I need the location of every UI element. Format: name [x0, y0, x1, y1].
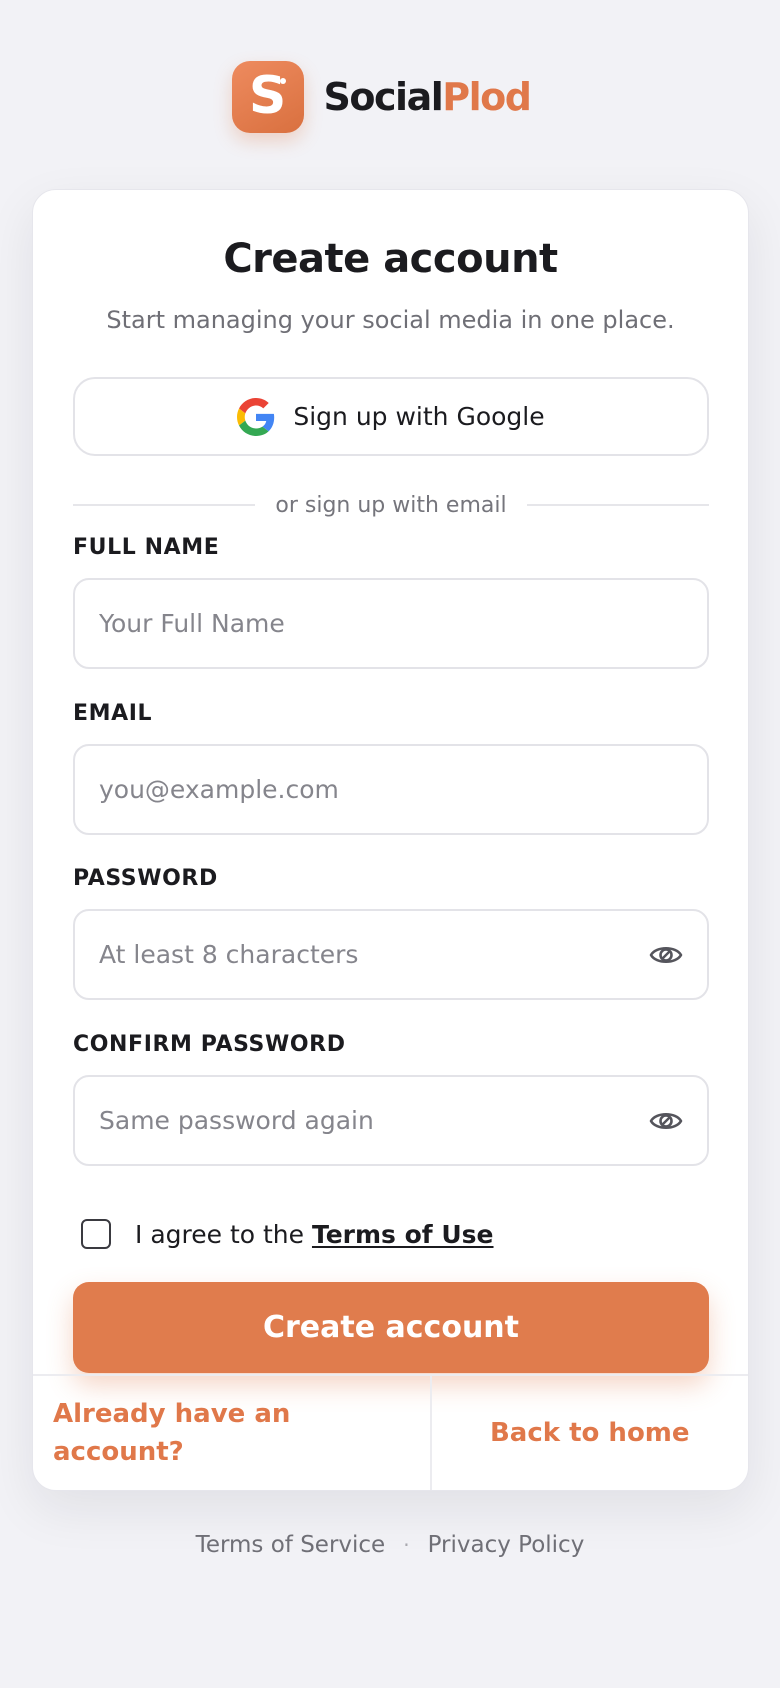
back-to-home-link[interactable]: Back to home: [432, 1376, 749, 1490]
legal-links: Terms of Service · Privacy Policy: [0, 1532, 780, 1558]
card-footer: Already have an account? Back to home: [33, 1374, 749, 1490]
terms-checkbox[interactable]: [81, 1219, 111, 1249]
login-link[interactable]: Already have an account?: [33, 1376, 432, 1490]
brand-name: SocialPlod: [323, 75, 532, 119]
brand-name-part1: Social: [323, 75, 444, 119]
eye-icon: [649, 946, 683, 963]
password-visibility-toggle[interactable]: [647, 936, 685, 974]
page-title: Create account: [223, 236, 558, 282]
brand-name-part2: Plod: [442, 75, 532, 119]
password-input[interactable]: [75, 911, 707, 998]
confirm-password-label: CONFIRM PASSWORD: [73, 1032, 346, 1057]
terms-of-service-link[interactable]: Terms of Service: [196, 1532, 386, 1558]
confirm-password-field-box: [73, 1075, 709, 1166]
legal-separator: ·: [403, 1533, 410, 1557]
terms-agreement-text: I agree to the Terms of Use: [135, 1220, 494, 1249]
eye-icon: [649, 1112, 683, 1129]
password-label: PASSWORD: [73, 866, 218, 891]
full-name-field-box: [73, 578, 709, 669]
divider-line-left: [73, 504, 256, 506]
create-account-button[interactable]: Create account: [73, 1282, 709, 1373]
brand-header: S SocialPlod: [0, 58, 780, 136]
email-label: EMAIL: [73, 701, 153, 726]
terms-prefix: I agree to the: [135, 1219, 312, 1249]
full-name-label: FULL NAME: [73, 535, 220, 560]
logo-icon: S: [231, 61, 304, 133]
confirm-password-visibility-toggle[interactable]: [647, 1102, 685, 1140]
terms-of-use-link[interactable]: Terms of Use: [312, 1220, 494, 1249]
password-field-box: [73, 909, 709, 1000]
signup-card: Create account Start managing your socia…: [32, 189, 749, 1491]
divider-text: or sign up with email: [275, 492, 507, 518]
email-input[interactable]: [75, 746, 707, 833]
email-field-box: [73, 744, 709, 835]
page-subtitle: Start managing your social media in one …: [106, 306, 675, 334]
logo-dot: [279, 78, 286, 84]
confirm-password-input[interactable]: [75, 1077, 707, 1164]
google-signup-label: Sign up with Google: [293, 402, 545, 431]
google-signup-button[interactable]: Sign up with Google: [73, 377, 709, 456]
google-icon: [237, 397, 275, 436]
privacy-policy-link[interactable]: Privacy Policy: [428, 1532, 585, 1558]
divider-line-right: [526, 504, 709, 506]
email-divider: or sign up with email: [73, 490, 709, 520]
terms-agreement: I agree to the Terms of Use: [81, 1216, 494, 1252]
full-name-input[interactable]: [75, 580, 707, 667]
